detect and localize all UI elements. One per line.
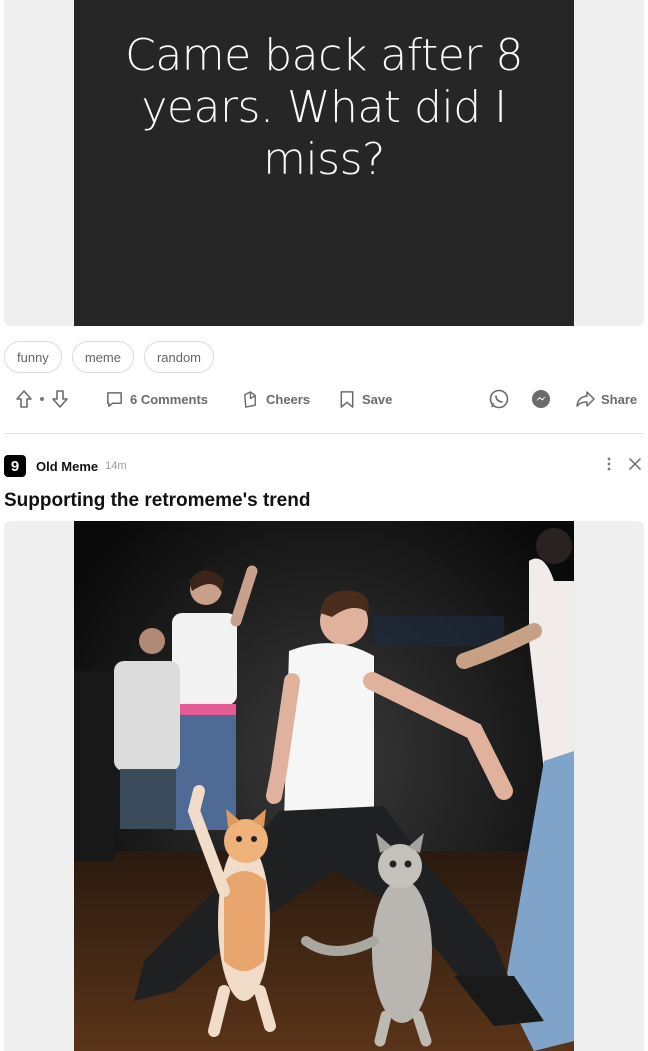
vote-separator bbox=[40, 397, 44, 401]
section-logo[interactable]: 9 bbox=[4, 455, 26, 477]
tag-list: funny meme random bbox=[4, 341, 215, 373]
post-divider bbox=[4, 433, 644, 434]
share-label: Share bbox=[601, 391, 638, 407]
comments-button[interactable]: 6 Comments bbox=[105, 384, 208, 414]
meme-image-text: Came back after 8 years. What did I miss… bbox=[125, 30, 523, 185]
cheers-icon bbox=[241, 390, 260, 409]
arrow-down-icon[interactable] bbox=[50, 389, 70, 409]
whatsapp-icon bbox=[488, 388, 510, 410]
close-icon[interactable] bbox=[628, 457, 642, 476]
save-button[interactable]: Save bbox=[338, 384, 392, 414]
share-arrow-icon bbox=[575, 390, 595, 408]
cheers-label: Cheers bbox=[266, 391, 311, 407]
post-media-2[interactable] bbox=[4, 521, 644, 1051]
messenger-share-button[interactable] bbox=[530, 384, 552, 414]
comment-icon bbox=[105, 390, 124, 409]
more-vertical-icon[interactable] bbox=[606, 456, 612, 477]
tag-funny[interactable]: funny bbox=[4, 341, 62, 373]
messenger-icon bbox=[530, 388, 552, 410]
post-header: 9 Old Meme 14m bbox=[4, 454, 644, 478]
save-label: Save bbox=[362, 391, 393, 407]
tag-random[interactable]: random bbox=[143, 341, 215, 373]
post-action-bar: 6 Comments Cheers Save Share bbox=[0, 384, 648, 414]
comments-label: 6 Comments bbox=[130, 391, 209, 407]
post-media-1[interactable]: Came back after 8 years. What did I miss… bbox=[4, 0, 644, 326]
dancing-cats-photo[interactable] bbox=[74, 521, 574, 1051]
post-header-controls bbox=[606, 456, 644, 477]
meme-image[interactable]: Came back after 8 years. What did I miss… bbox=[74, 0, 574, 326]
post-time: 14m bbox=[105, 460, 127, 472]
whatsapp-share-button[interactable] bbox=[488, 384, 510, 414]
tag-meme[interactable]: meme bbox=[71, 341, 134, 373]
bookmark-icon bbox=[338, 390, 356, 409]
share-button[interactable]: Share bbox=[575, 384, 637, 414]
cheers-button[interactable]: Cheers bbox=[241, 384, 310, 414]
section-name[interactable]: Old Meme bbox=[36, 459, 98, 474]
vote-group bbox=[14, 384, 70, 414]
post-title[interactable]: Supporting the retromeme's trend bbox=[4, 490, 310, 512]
arrow-up-icon[interactable] bbox=[14, 389, 34, 409]
